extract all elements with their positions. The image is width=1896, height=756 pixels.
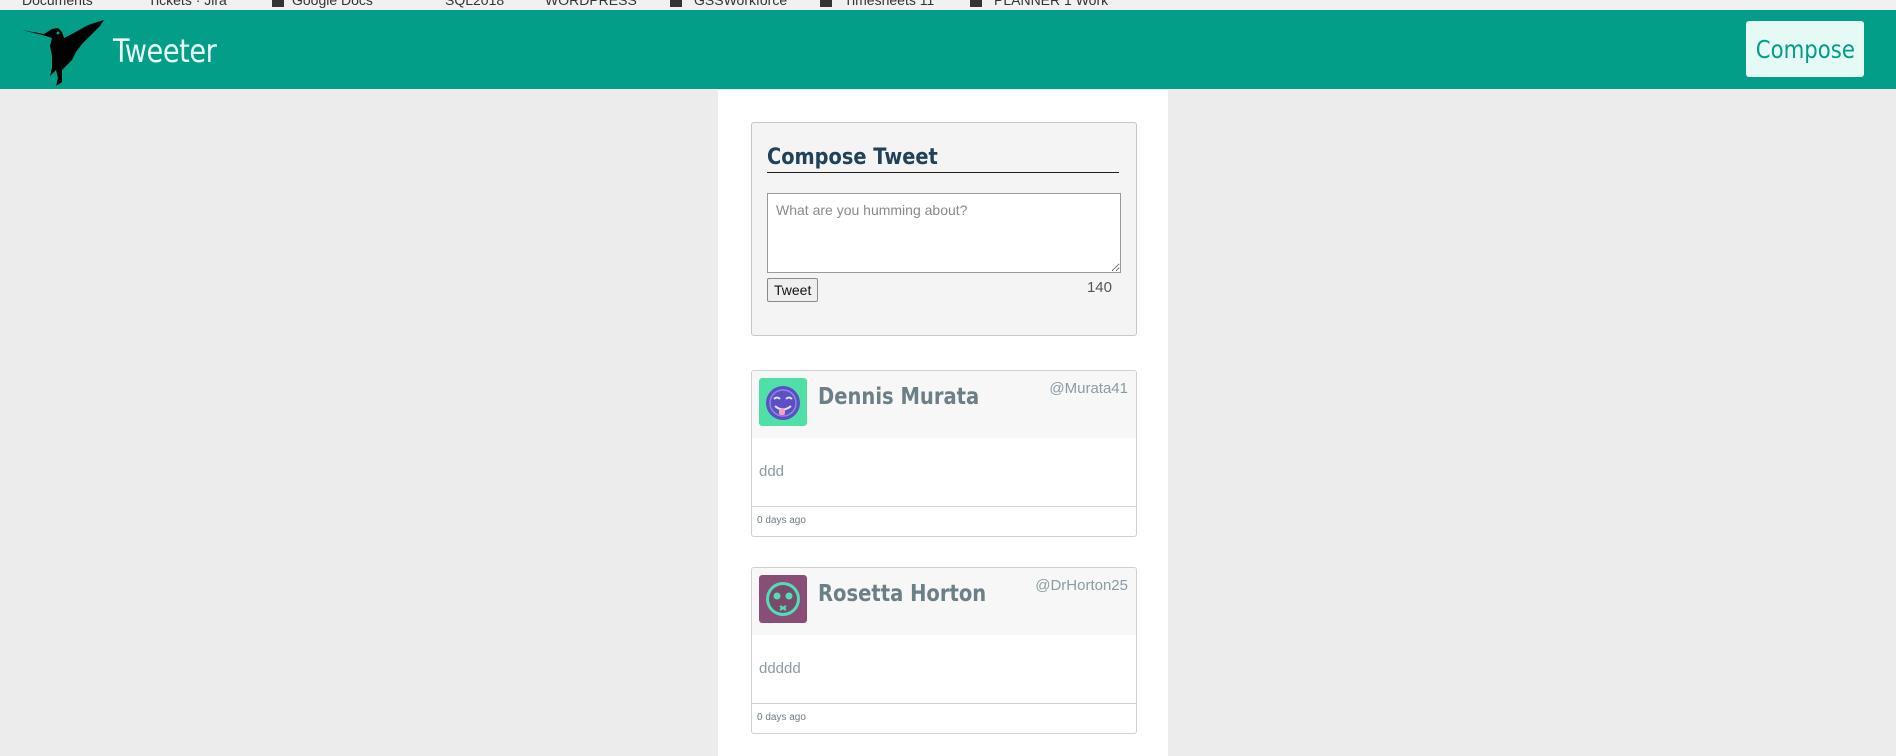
compose-tweet-panel: Compose Tweet Tweet 140: [751, 122, 1137, 336]
tweet-header: Rosetta Horton @DrHorton25: [752, 568, 1136, 635]
tweet-author-name-text: Dennis Murata: [818, 384, 980, 410]
browser-bookmarks-bar: Documents Tickets · Jira Google Docs SQL…: [0, 0, 1896, 10]
bookmark-item[interactable]: SQL2018: [445, 0, 504, 8]
bookmark-icon: [272, 0, 284, 7]
tweet-header: Dennis Murata @Murata41: [752, 371, 1136, 438]
tweet-author-handle: @DrHorton25: [1035, 577, 1128, 594]
tweet-card: Dennis Murata @Murata41 ddd 0 days ago: [751, 370, 1137, 537]
tweet-footer: 0 days ago: [752, 703, 1136, 733]
tweet-footer: 0 days ago: [752, 506, 1136, 536]
tweet-text-input[interactable]: [767, 193, 1121, 273]
bookmark-item[interactable]: PLANNER 1 Work: [994, 0, 1108, 8]
avatar-icon: [759, 575, 807, 623]
tweet-author-name[interactable]: Dennis Murata: [818, 384, 1008, 410]
app-header: Tweeter Compose: [0, 10, 1896, 89]
character-counter: 140: [1086, 279, 1112, 296]
app-title: Tweeter: [113, 32, 217, 70]
tweet-author-handle: @Murata41: [1049, 380, 1128, 397]
bookmark-icon: [820, 0, 832, 7]
compose-nav-button[interactable]: Compose: [1746, 21, 1864, 77]
bookmark-item[interactable]: WORDPRESS: [545, 0, 637, 8]
tweet-timestamp: 0 days ago: [757, 712, 806, 723]
bookmark-item[interactable]: Tickets · Jira: [148, 0, 227, 8]
tweet-author-name-text: Rosetta Horton: [818, 581, 987, 607]
bookmark-icon: [670, 0, 682, 7]
tweet-submit-button[interactable]: Tweet: [767, 278, 819, 302]
bookmark-item[interactable]: Documents: [22, 0, 93, 8]
tweet-card: Rosetta Horton @DrHorton25 ddddd 0 days …: [751, 567, 1137, 734]
compose-nav-label: Compose: [1755, 34, 1855, 64]
tweet-content: ddddd: [759, 660, 801, 677]
compose-title-text: Compose Tweet: [767, 145, 938, 170]
hummingbird-logo-icon: [22, 20, 104, 86]
bookmark-item[interactable]: GSSWorkforce: [694, 0, 787, 8]
main-column: Compose Tweet Tweet 140 Dennis Murata @M…: [718, 90, 1168, 756]
bookmark-item[interactable]: Google Docs: [292, 0, 373, 8]
tweet-author-name[interactable]: Rosetta Horton: [818, 581, 1016, 607]
tweet-timestamp: 0 days ago: [757, 515, 806, 526]
bookmark-item[interactable]: Timesheets 11: [844, 0, 934, 8]
tweet-content: ddd: [759, 463, 785, 480]
compose-title: Compose Tweet: [767, 145, 1119, 173]
bookmark-icon: [970, 0, 982, 7]
avatar-icon: [759, 378, 807, 426]
